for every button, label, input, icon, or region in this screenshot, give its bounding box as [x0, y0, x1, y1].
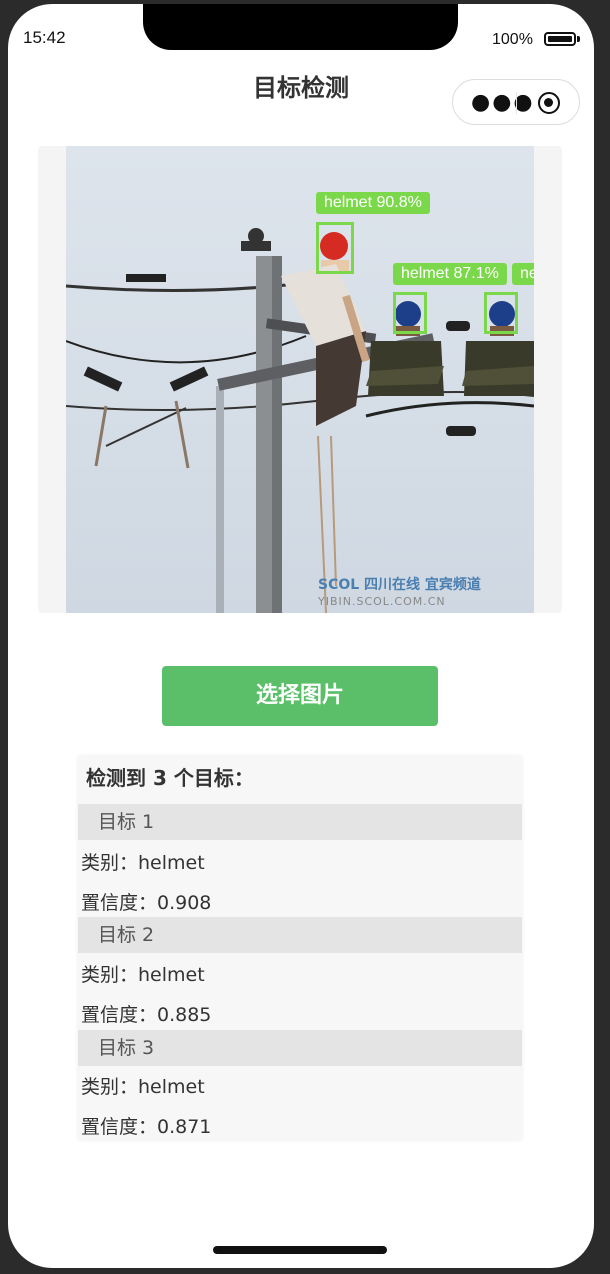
target-category-1: 类别：helmet [81, 852, 205, 874]
target-category-2: 类别：helmet [81, 964, 205, 986]
power-line-photo [66, 146, 534, 613]
mini-program-capsule: ●●● [452, 79, 580, 125]
target-confidence-2: 置信度：0.885 [81, 1004, 212, 1026]
battery-percentage: 100% [492, 31, 533, 48]
detection-label-2: helmet 87.1% [393, 263, 507, 285]
target-header-3: 目标 3 [78, 1030, 522, 1066]
detection-box-1 [316, 222, 354, 274]
results-title: 检测到 3 个目标： [86, 766, 254, 790]
detection-box-2 [393, 292, 427, 334]
detection-label-3: net 8 [512, 263, 534, 285]
capsule-divider [516, 92, 517, 114]
detection-image: helmet 90.8% helmet 87.1% net 8 SCOL 四川在… [66, 146, 534, 613]
choose-image-button[interactable]: 选择图片 [162, 666, 438, 726]
target-close-icon[interactable] [538, 92, 560, 114]
detection-label-1: helmet 90.8% [316, 192, 430, 214]
target-category-3: 类别：helmet [81, 1076, 205, 1098]
detection-box-3 [484, 292, 518, 334]
watermark-url: YIBIN.SCOL.COM.CN [318, 595, 446, 608]
target-confidence-1: 置信度：0.908 [81, 892, 212, 914]
target-confidence-3: 置信度：0.871 [81, 1116, 212, 1138]
status-time: 15:42 [23, 28, 66, 47]
target-header-1: 目标 1 [78, 804, 522, 840]
home-indicator[interactable] [213, 1246, 387, 1254]
phone-screen: 15:42 100% 目标检测 ●●● helmet 90.8% helmet … [8, 4, 594, 1268]
watermark-logo-text: SCOL 四川在线 宜宾频道 [318, 577, 481, 593]
battery-cap [577, 36, 580, 42]
device-notch [143, 4, 458, 50]
target-header-2: 目标 2 [78, 917, 522, 953]
more-dots-icon[interactable]: ●●● [471, 90, 535, 115]
detection-results-panel: 检测到 3 个目标： 目标 1 类别：helmet 置信度：0.908 目标 2… [78, 756, 522, 1140]
image-preview-frame: helmet 90.8% helmet 87.1% net 8 SCOL 四川在… [38, 146, 562, 613]
battery-icon [544, 32, 576, 46]
